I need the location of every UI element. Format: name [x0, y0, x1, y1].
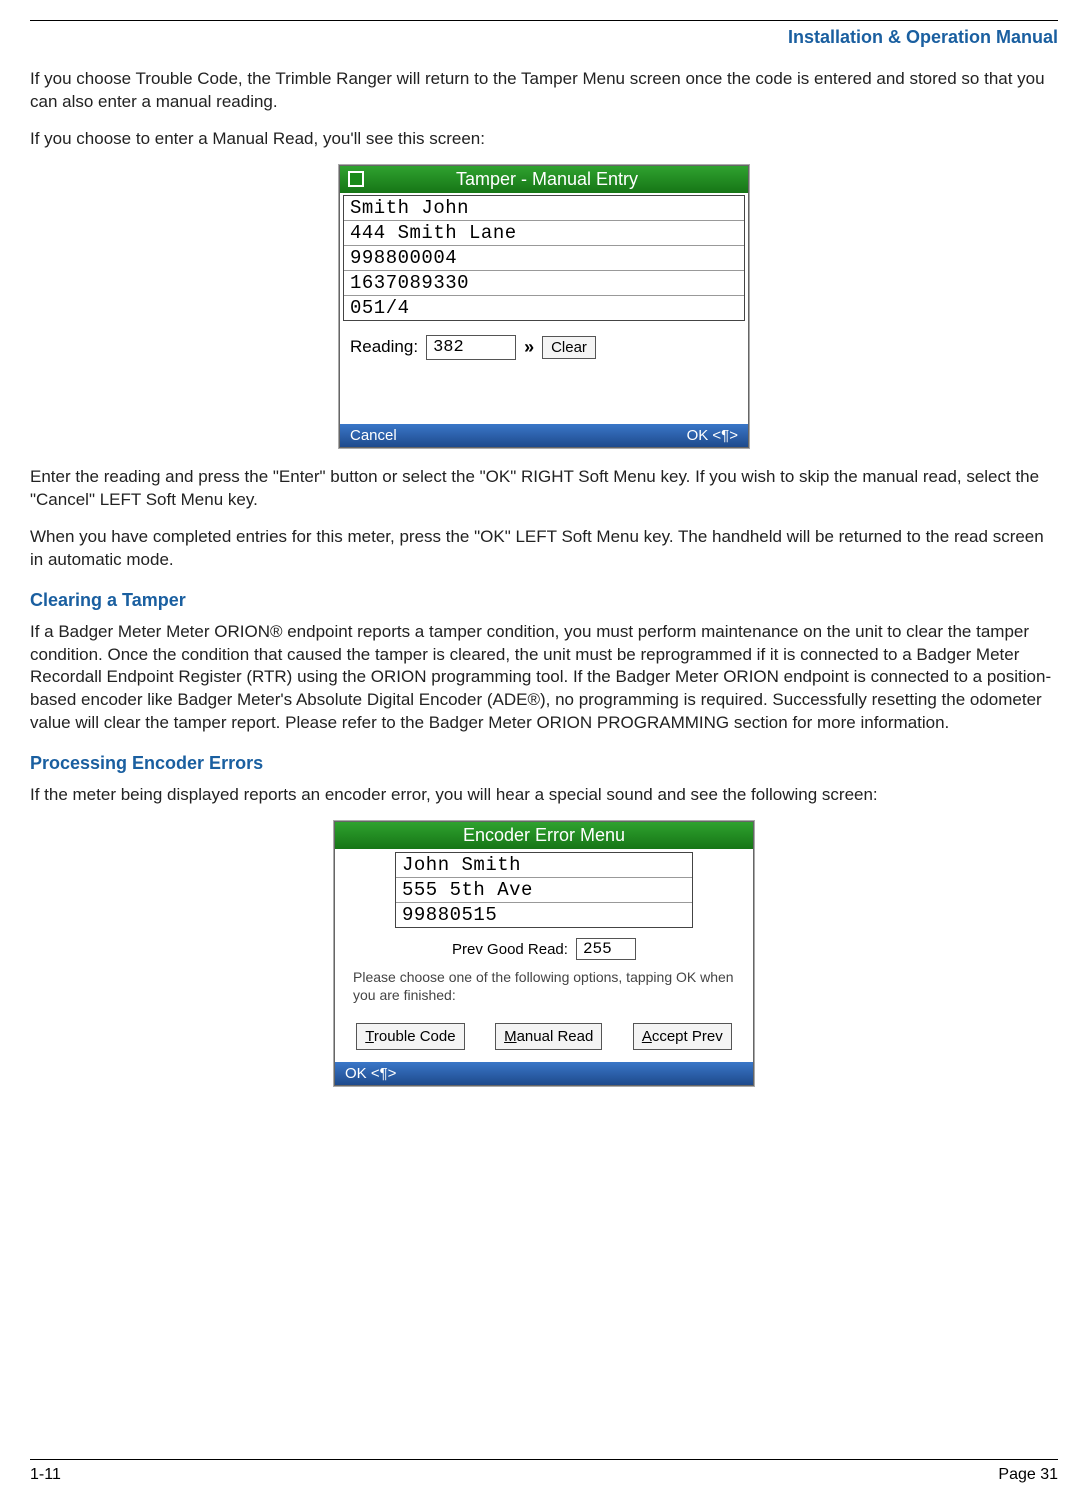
list-item: 1637089330 [344, 271, 744, 296]
manual-header: Installation & Operation Manual [30, 27, 1058, 48]
heading-encoder-errors: Processing Encoder Errors [30, 753, 1058, 774]
accept-prev-button[interactable]: Accept Prev [633, 1023, 732, 1050]
para-trouble-code-return: If you choose Trouble Code, the Trimble … [30, 68, 1058, 114]
reading-row: Reading: » Clear [340, 327, 748, 374]
window-title-bar: Encoder Error Menu [335, 822, 753, 849]
prev-good-read-label: Prev Good Read: [452, 941, 568, 958]
soft-key-ok[interactable]: OK <¶> [687, 427, 738, 444]
enter-chevron-icon[interactable]: » [524, 337, 534, 358]
account-info-list: John Smith 555 5th Ave 99880515 [395, 852, 693, 928]
figure-encoder-error-menu: Encoder Error Menu John Smith 555 5th Av… [30, 821, 1058, 1085]
list-item: 555 5th Ave [396, 878, 692, 903]
window-title: Encoder Error Menu [463, 825, 625, 846]
window-title-bar: Tamper - Manual Entry [340, 166, 748, 193]
list-item: 444 Smith Lane [344, 221, 744, 246]
window-icon [348, 171, 364, 187]
prev-good-read-input[interactable] [576, 938, 636, 960]
option-button-row: Trouble Code Manual Read Accept Prev [335, 1015, 753, 1062]
instruction-text: Please choose one of the following optio… [335, 964, 753, 1014]
spacer [340, 374, 748, 424]
page-footer: 1-11 Page 31 [30, 1459, 1058, 1484]
clear-button[interactable]: Clear [542, 336, 596, 359]
footer-right: Page 31 [998, 1466, 1058, 1484]
para-completed-entries: When you have completed entries for this… [30, 526, 1058, 572]
list-item: 998800004 [344, 246, 744, 271]
reading-input[interactable] [426, 335, 516, 360]
heading-clearing-tamper: Clearing a Tamper [30, 590, 1058, 611]
figure-tamper-manual-entry: Tamper - Manual Entry Smith John 444 Smi… [30, 165, 1058, 448]
para-manual-read-intro: If you choose to enter a Manual Read, yo… [30, 128, 1058, 151]
list-item: 99880515 [396, 903, 692, 927]
soft-key-cancel[interactable]: Cancel [350, 427, 397, 444]
trouble-code-button[interactable]: Trouble Code [356, 1023, 464, 1050]
reading-label: Reading: [350, 337, 418, 357]
para-enter-reading: Enter the reading and press the "Enter" … [30, 466, 1058, 512]
soft-key-ok[interactable]: OK <¶> [345, 1065, 396, 1082]
prev-good-read-row: Prev Good Read: [335, 934, 753, 964]
footer-left: 1-11 [30, 1466, 61, 1484]
footer-rule [30, 1459, 1058, 1460]
list-item: Smith John [344, 196, 744, 221]
device-screen-encoder: Encoder Error Menu John Smith 555 5th Av… [334, 821, 754, 1085]
list-item: 051/4 [344, 296, 744, 320]
soft-key-bar: Cancel OK <¶> [340, 424, 748, 447]
account-info-list: Smith John 444 Smith Lane 998800004 1637… [343, 195, 745, 321]
window-title: Tamper - Manual Entry [370, 169, 724, 190]
para-clearing-tamper: If a Badger Meter Meter ORION® endpoint … [30, 621, 1058, 736]
soft-key-bar: OK <¶> [335, 1062, 753, 1085]
header-rule [30, 20, 1058, 21]
para-encoder-error-intro: If the meter being displayed reports an … [30, 784, 1058, 807]
manual-read-button[interactable]: Manual Read [495, 1023, 602, 1050]
device-screen-tamper: Tamper - Manual Entry Smith John 444 Smi… [339, 165, 749, 448]
list-item: John Smith [396, 853, 692, 878]
